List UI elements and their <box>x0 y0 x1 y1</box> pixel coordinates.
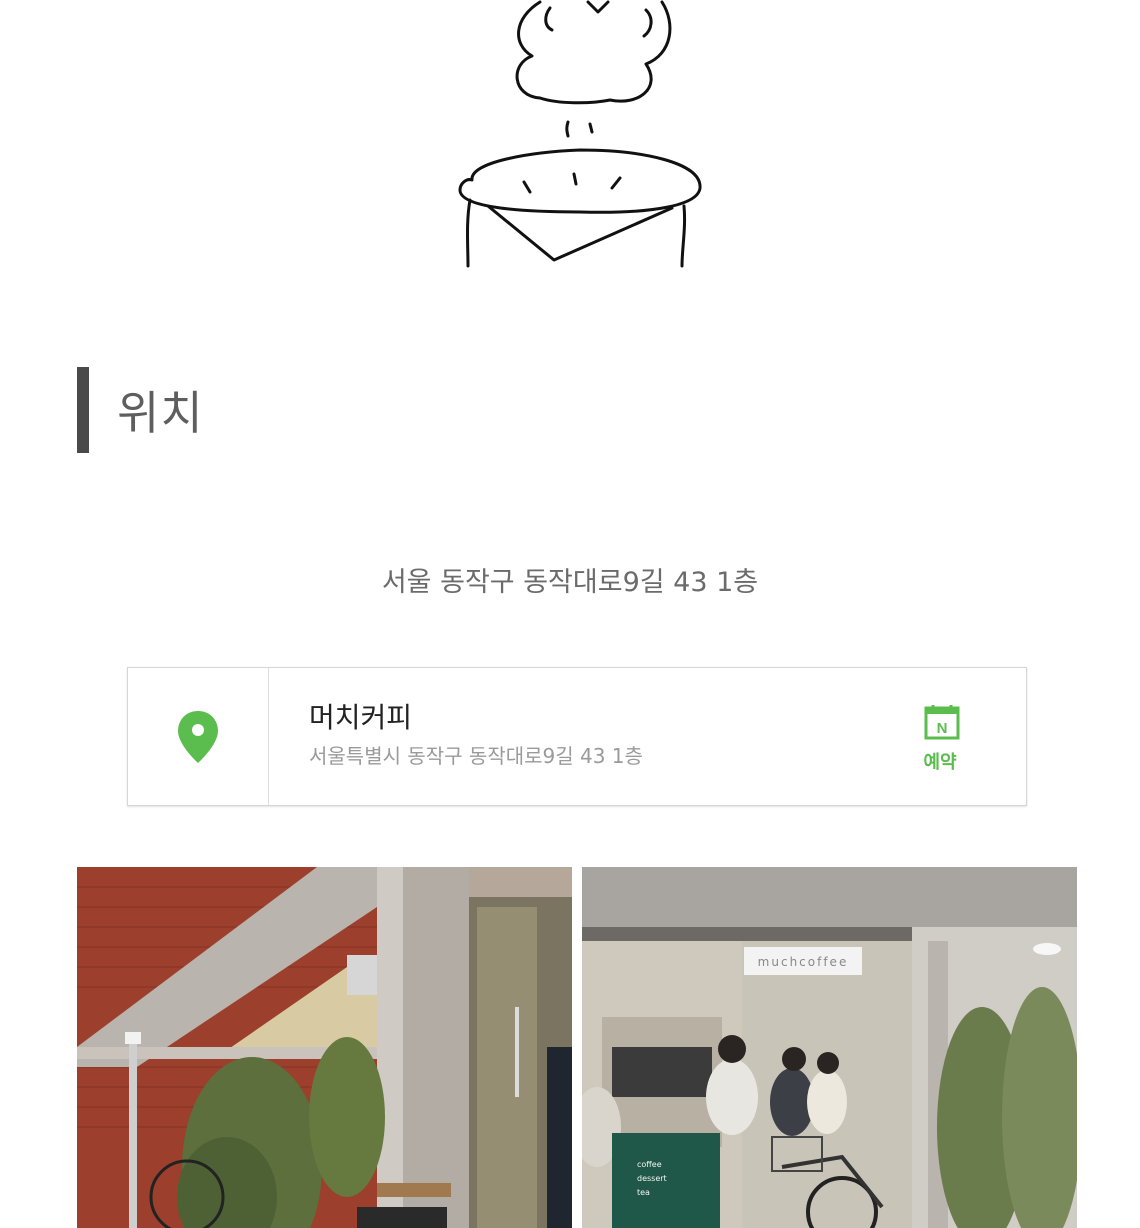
storefront-photo-right: muchcoffee coffee dessert tea <box>582 867 1077 1228</box>
section-title: 위치 <box>117 386 204 440</box>
cafe-sign-text: muchcoffee <box>758 955 849 969</box>
board-line-1: coffee <box>637 1160 662 1169</box>
heading-accent-bar <box>77 367 89 453</box>
board-line-2: dessert <box>637 1174 667 1183</box>
board-line-3: tea <box>637 1188 650 1197</box>
naver-calendar-icon: N <box>924 705 960 740</box>
location-section-heading: 위치 <box>77 367 204 453</box>
calendar-letter: N <box>937 720 948 737</box>
cafe-doodle-illustration <box>440 0 720 270</box>
reserve-label: 예약 <box>923 752 957 773</box>
reserve-button[interactable]: N 예약 <box>922 704 962 774</box>
place-address: 서울특별시 동작구 동작대로9길 43 1층 <box>309 744 643 768</box>
place-name[interactable]: 머치커피 <box>309 700 643 736</box>
map-place-card[interactable]: 머치커피 서울특별시 동작구 동작대로9길 43 1층 N 예약 <box>127 667 1027 806</box>
address-text: 서울 동작구 동작대로9길 43 1층 <box>381 567 759 598</box>
place-info: 머치커피 서울특별시 동작구 동작대로9길 43 1층 <box>309 700 643 769</box>
pin-cell <box>128 668 269 805</box>
storefront-photo-left <box>77 867 572 1228</box>
map-pin-icon <box>178 711 218 763</box>
